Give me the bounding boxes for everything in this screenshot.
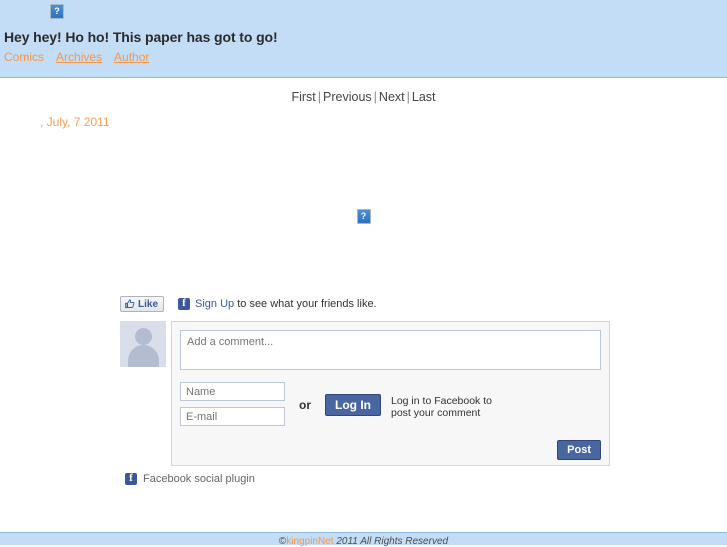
comic-image-area	[0, 209, 727, 225]
broken-image-icon	[357, 209, 371, 224]
broken-image-icon	[50, 4, 64, 19]
facebook-plugin-footer: Facebook social plugin	[125, 473, 610, 485]
page-title: Hey hey! Ho ho! This paper has got to go…	[4, 29, 278, 45]
facebook-like-bar: Like Sign Up to see what your friends li…	[120, 294, 610, 314]
signup-suffix: to see what your friends like.	[234, 298, 376, 310]
guest-identity-fields	[180, 382, 285, 432]
facebook-social-plugin: Like Sign Up to see what your friends li…	[120, 294, 610, 485]
site-header: Hey hey! Ho ho! This paper has got to go…	[0, 0, 727, 78]
nav-separator-1: |	[318, 90, 321, 104]
main-nav: Comics Archives Author	[4, 50, 161, 64]
comic-date: , July, 7 2011	[40, 115, 727, 129]
footer-site-link[interactable]: kingpinNet	[286, 536, 333, 547]
comment-panel: or Log In Log in to Facebook to post you…	[171, 321, 610, 466]
name-input[interactable]	[180, 382, 285, 401]
login-button[interactable]: Log In	[325, 394, 381, 416]
nav-separator-2: |	[374, 90, 377, 104]
comment-input[interactable]	[180, 330, 601, 370]
post-row: Post	[180, 440, 601, 460]
facebook-f-icon	[125, 473, 137, 485]
login-note-line-2: post your comment	[391, 407, 492, 419]
like-button-label: Like	[138, 299, 158, 310]
comic-navigation: First|Previous|Next|Last	[0, 90, 727, 104]
comment-composer: or Log In Log in to Facebook to post you…	[120, 321, 610, 466]
login-note-line-1: Log in to Facebook to	[391, 395, 492, 407]
site-footer: ©kingpinNet 2011 All Rights Reserved	[0, 532, 727, 545]
login-note: Log in to Facebook to post your comment	[391, 395, 492, 419]
post-button[interactable]: Post	[557, 440, 601, 460]
avatar-body	[128, 345, 159, 367]
nav-item-author[interactable]: Author	[114, 50, 149, 64]
header-logo	[50, 4, 64, 19]
like-button[interactable]: Like	[120, 296, 164, 312]
nav-previous-link[interactable]: Previous	[323, 90, 372, 104]
or-label: or	[299, 382, 311, 412]
footer-rights-text: 2011 All Rights Reserved	[334, 536, 449, 547]
nav-first-link[interactable]: First	[291, 90, 315, 104]
email-input[interactable]	[180, 407, 285, 426]
nav-item-comics[interactable]: Comics	[4, 50, 44, 64]
facebook-f-icon	[178, 298, 190, 310]
nav-last-link[interactable]: Last	[412, 90, 436, 104]
avatar-head	[135, 328, 152, 345]
nav-item-archives[interactable]: Archives	[56, 50, 102, 64]
signup-prompt: Sign Up to see what your friends like.	[195, 298, 377, 310]
facebook-plugin-label: Facebook social plugin	[143, 473, 255, 485]
default-avatar-icon	[120, 321, 166, 367]
nav-separator-3: |	[407, 90, 410, 104]
nav-next-link[interactable]: Next	[379, 90, 405, 104]
thumbs-up-icon	[125, 299, 135, 309]
comment-identity-row: or Log In Log in to Facebook to post you…	[180, 382, 601, 432]
signup-link[interactable]: Sign Up	[195, 298, 234, 310]
